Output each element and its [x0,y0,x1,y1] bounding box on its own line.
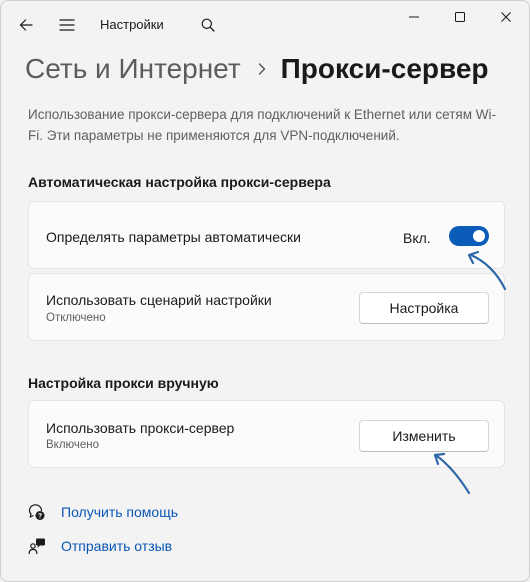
feedback-person-icon [28,537,46,555]
auto-detect-toggle[interactable] [449,226,489,246]
auto-detect-label: Определять параметры автоматически [46,229,301,245]
back-button[interactable] [8,7,44,43]
back-arrow-icon [19,19,33,31]
search-icon [201,18,215,32]
breadcrumb-parent-link[interactable]: Сеть и Интернет [25,53,241,85]
navigation-menu-button[interactable] [49,7,85,43]
manual-section-heading: Настройка прокси вручную [28,375,219,391]
use-proxy-status: Включено [46,439,100,451]
maximize-icon [455,12,465,22]
send-feedback-row[interactable]: Отправить отзыв [28,535,172,557]
setup-script-label: Использовать сценарий настройки [46,292,272,308]
toggle-state-label: Вкл. [403,230,431,246]
use-proxy-card: Использовать прокси-сервер Включено Изме… [28,400,505,468]
title-bar: Настройки [1,1,529,47]
search-button[interactable] [190,7,226,43]
minimize-icon [409,16,419,18]
get-help-link[interactable]: Получить помощь [61,504,178,520]
get-help-row[interactable]: Получить помощь [28,501,178,523]
settings-window: Настройки Сеть и Интернет Прокси-сервер … [0,0,530,582]
edit-proxy-button[interactable]: Изменить [359,420,489,452]
hamburger-menu-icon [59,19,75,31]
send-feedback-link[interactable]: Отправить отзыв [61,538,172,554]
close-button[interactable] [483,1,529,33]
toggle-knob [473,230,485,242]
setup-script-button[interactable]: Настройка [359,292,489,324]
auto-detect-card: Определять параметры автоматически Вкл. [28,201,505,269]
setup-script-status: Отключено [46,312,106,324]
maximize-button[interactable] [437,1,483,33]
setup-script-card: Использовать сценарий настройки Отключен… [28,273,505,341]
use-proxy-label: Использовать прокси-сервер [46,420,235,436]
breadcrumb: Сеть и Интернет Прокси-сервер [25,49,489,89]
page-title: Прокси-сервер [280,53,489,84]
auto-section-heading: Автоматическая настройка прокси-сервера [28,174,331,190]
page-description: Использование прокси-сервера для подключ… [28,107,496,143]
help-chat-icon [28,503,46,521]
chevron-right-icon [257,62,267,76]
app-title: Настройки [100,17,164,32]
minimize-button[interactable] [391,1,437,33]
close-icon [501,12,511,22]
